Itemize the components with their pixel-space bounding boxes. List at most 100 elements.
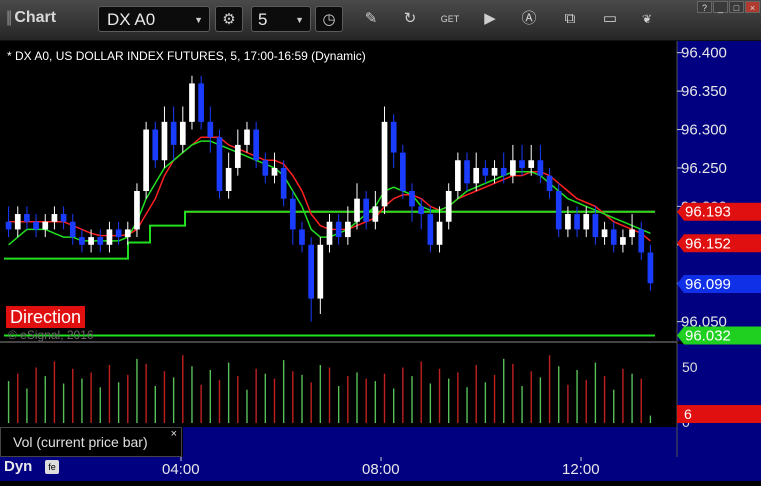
interval-input[interactable]: 5 ▼ — [251, 6, 311, 32]
candle-body[interactable] — [60, 214, 67, 222]
candle-body[interactable] — [620, 237, 626, 245]
candle-body[interactable] — [528, 160, 535, 168]
refresh-icon[interactable]: ↻ — [396, 6, 424, 32]
candle-body[interactable] — [335, 221, 342, 238]
candle-body[interactable] — [124, 229, 131, 238]
candle-body[interactable] — [79, 237, 85, 245]
fit-icon[interactable]: fe — [45, 460, 59, 474]
chevron-down-icon[interactable]: ▼ — [295, 7, 304, 33]
chat-icon[interactable]: ▭ — [596, 6, 624, 32]
candle-body[interactable] — [33, 221, 39, 230]
twitter-icon[interactable]: ❦ — [633, 6, 661, 32]
candle-body[interactable] — [115, 229, 122, 238]
candle-body[interactable] — [409, 191, 415, 207]
candle-body[interactable] — [427, 214, 434, 245]
close-button[interactable]: × — [745, 1, 760, 13]
candle-body[interactable] — [390, 121, 397, 153]
candle-body[interactable] — [610, 229, 617, 245]
candle-body[interactable] — [143, 129, 149, 191]
link-icon[interactable]: ⧉ — [556, 6, 584, 32]
volume-panel-footer — [183, 427, 761, 457]
candle-body[interactable] — [234, 144, 241, 168]
play-icon[interactable]: ▶ — [476, 6, 504, 32]
candle-body[interactable] — [280, 167, 287, 199]
candle-body[interactable] — [216, 137, 223, 191]
candle-body[interactable] — [134, 191, 140, 230]
candle-body[interactable] — [638, 229, 645, 253]
candle-body[interactable] — [299, 229, 305, 245]
candle-body[interactable] — [207, 121, 214, 138]
get-icon[interactable]: GET — [436, 6, 464, 32]
candle-body[interactable] — [647, 252, 654, 284]
pencil-icon[interactable]: ✎ — [357, 6, 385, 32]
candle-body[interactable] — [179, 121, 186, 145]
candle-body[interactable] — [436, 221, 443, 245]
candle-body[interactable] — [42, 221, 49, 230]
candle-body[interactable] — [262, 160, 269, 176]
candle-body[interactable] — [519, 160, 525, 168]
help-button[interactable]: ? — [697, 1, 712, 13]
chart-area[interactable]: 96.40096.35096.30096.25096.20096.15096.1… — [0, 41, 761, 481]
candle-body[interactable] — [225, 167, 232, 191]
candle-body[interactable] — [500, 167, 507, 176]
candle-body[interactable] — [510, 160, 516, 176]
maximize-button[interactable]: □ — [729, 1, 744, 13]
candle-body[interactable] — [244, 129, 250, 145]
candle-body[interactable] — [565, 214, 571, 230]
candle-body[interactable] — [354, 198, 360, 222]
candle-body[interactable] — [381, 121, 388, 207]
candle-body[interactable] — [592, 214, 599, 238]
price-tick-label: 96.300 — [681, 122, 727, 139]
candle-body[interactable] — [271, 167, 278, 176]
candle-body[interactable] — [198, 83, 204, 122]
candle-body[interactable] — [491, 167, 498, 176]
minimize-button[interactable]: _ — [713, 1, 728, 13]
candle-body[interactable] — [344, 221, 351, 238]
candle-body[interactable] — [574, 214, 580, 230]
clock-icon[interactable]: ◷ — [315, 6, 343, 32]
candle-body[interactable] — [317, 244, 324, 299]
candle-body[interactable] — [372, 206, 379, 222]
candle-body[interactable] — [555, 191, 562, 230]
candle-body[interactable] — [482, 167, 489, 176]
dynamic-mode-label[interactable]: Dyn — [4, 458, 32, 475]
candle-body[interactable] — [51, 214, 58, 222]
candle-body[interactable] — [326, 221, 333, 245]
candle-body[interactable] — [88, 237, 94, 245]
price-marker-label: 96.099 — [685, 276, 731, 293]
candle-body[interactable] — [253, 129, 259, 161]
candle-body[interactable] — [289, 198, 296, 230]
candle-body[interactable] — [189, 83, 195, 122]
candle-body[interactable] — [14, 214, 21, 230]
candle-body[interactable] — [583, 214, 590, 230]
candle-body[interactable] — [97, 237, 104, 245]
candle-body[interactable] — [546, 175, 553, 191]
candle-body[interactable] — [161, 121, 168, 161]
candle-body[interactable] — [69, 221, 76, 238]
candle-body[interactable] — [537, 160, 544, 176]
symbol-input[interactable]: DX A0 ▼ — [98, 6, 210, 32]
candle-body[interactable] — [5, 221, 12, 230]
candle-body[interactable] — [106, 229, 113, 245]
candle-body[interactable] — [152, 129, 159, 161]
candle-body[interactable] — [473, 167, 480, 184]
candle-body[interactable] — [24, 214, 30, 222]
candle-body[interactable] — [400, 152, 406, 191]
candle-body[interactable] — [455, 160, 461, 191]
candle-body[interactable] — [445, 191, 452, 222]
chevron-down-icon[interactable]: ▼ — [194, 7, 203, 33]
price-chart[interactable]: 96.40096.35096.30096.25096.20096.15096.1… — [0, 41, 761, 481]
volume-legend[interactable]: Vol (current price bar) × — [0, 427, 182, 457]
candle-body[interactable] — [363, 198, 370, 222]
candle-body[interactable] — [464, 160, 470, 184]
settings-icon[interactable]: ⚙ — [215, 6, 243, 32]
volume-tick-label: 50 — [682, 359, 698, 375]
alert-icon[interactable]: Ⓐ — [515, 6, 543, 32]
close-icon[interactable]: × — [171, 420, 177, 448]
candle-body[interactable] — [601, 229, 608, 238]
candle-body[interactable] — [308, 244, 315, 299]
candle-body[interactable] — [629, 229, 635, 238]
chart-window: || Chart DX A0 ▼ ⚙ 5 ▼ ◷ ✎ ↻ GET ▶ Ⓐ ⧉ ▭ ❦ … — [0, 0, 761, 481]
candle-body[interactable] — [170, 121, 177, 145]
candle-body[interactable] — [418, 206, 425, 215]
